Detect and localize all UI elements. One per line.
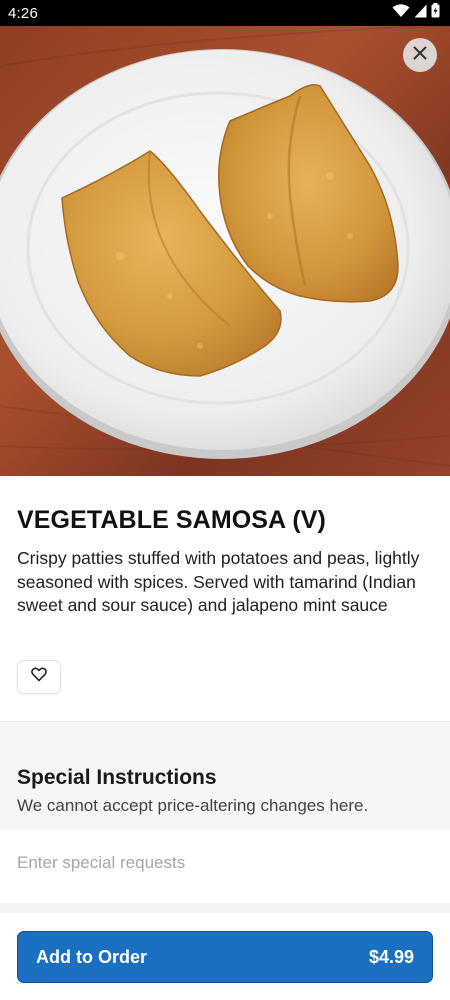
close-button[interactable] <box>403 38 437 72</box>
close-icon <box>413 46 427 65</box>
status-time: 4:26 <box>8 4 38 22</box>
special-instructions-subtitle: We cannot accept price-altering changes … <box>17 796 369 815</box>
special-requests-input[interactable] <box>0 829 450 903</box>
food-image <box>0 26 450 476</box>
item-details: VEGETABLE SAMOSA (V) Crispy patties stuf… <box>0 476 450 694</box>
special-requests-container <box>0 829 450 903</box>
wifi-icon <box>392 3 410 23</box>
item-title: VEGETABLE SAMOSA (V) <box>17 506 326 534</box>
add-to-order-label: Add to Order <box>36 946 147 967</box>
order-price: $4.99 <box>368 946 414 967</box>
divider <box>0 903 450 913</box>
battery-icon <box>431 3 440 23</box>
special-instructions-section: Special Instructions We cannot accept pr… <box>0 721 450 829</box>
item-description: Crispy patties stuffed with potatoes and… <box>17 548 420 615</box>
favorite-button[interactable] <box>17 660 61 694</box>
signal-icon <box>414 4 427 23</box>
heart-icon <box>31 667 47 687</box>
special-instructions-title: Special Instructions <box>17 766 217 789</box>
add-to-order-button[interactable]: Add to Order $4.99 <box>17 931 433 983</box>
status-bar: 4:26 <box>0 0 450 26</box>
status-icons <box>392 3 440 23</box>
